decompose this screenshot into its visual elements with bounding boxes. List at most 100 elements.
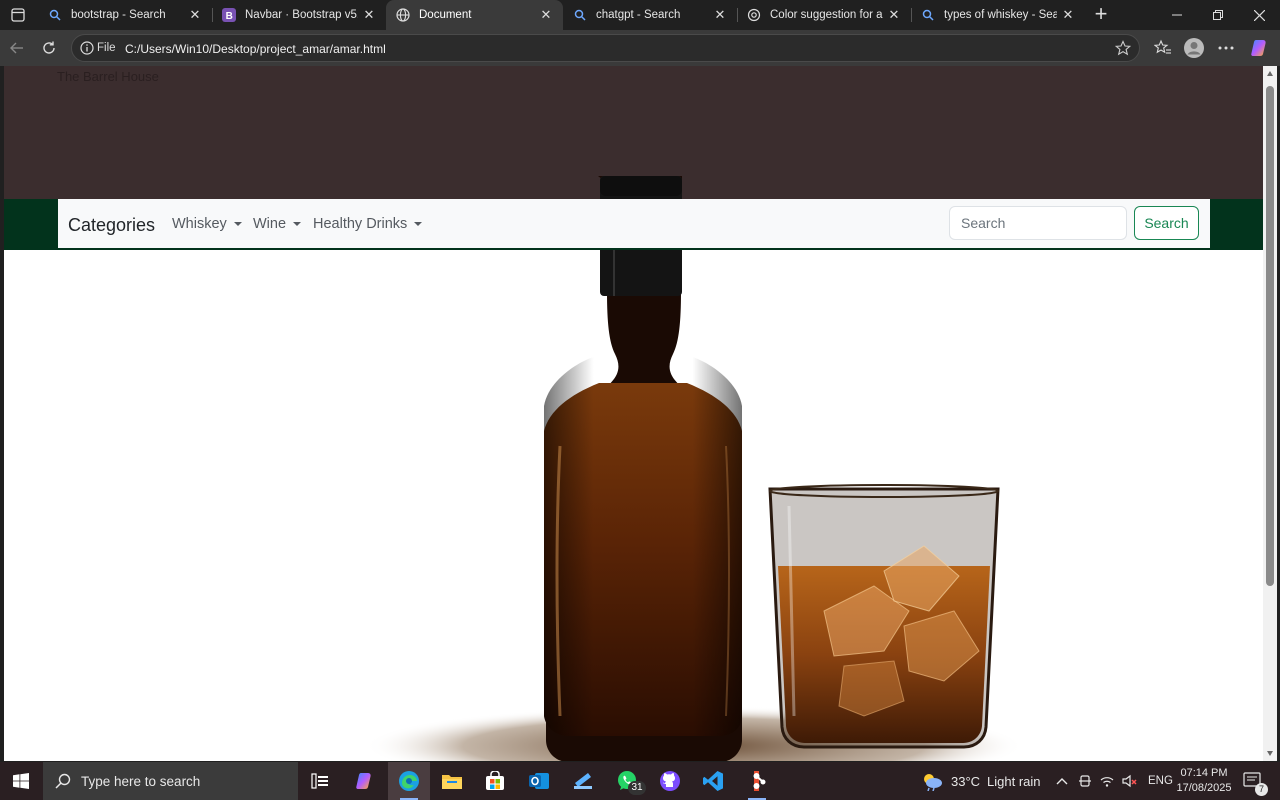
profile-avatar-icon xyxy=(1184,38,1204,58)
task-view-button[interactable] xyxy=(299,762,341,800)
search-input[interactable] xyxy=(949,206,1127,240)
caret-down-icon xyxy=(233,222,242,226)
git-app[interactable] xyxy=(736,762,778,800)
close-window-button[interactable] xyxy=(1239,0,1279,30)
page-scrollbar[interactable] xyxy=(1263,66,1277,761)
favorites-icon xyxy=(1154,39,1171,54)
close-icon[interactable]: ✕ xyxy=(887,7,901,22)
caret-down-icon xyxy=(414,222,423,226)
scroll-down-icon[interactable] xyxy=(1266,749,1274,757)
clock-date: 17/08/2025 xyxy=(1176,782,1232,794)
weather-widget[interactable]: 33°C Light rain xyxy=(920,762,1041,800)
search-icon xyxy=(48,8,62,22)
search-icon xyxy=(921,8,935,22)
windows-taskbar: Type here to search 31 33°C Light rain E… xyxy=(0,762,1280,800)
close-icon[interactable]: ✕ xyxy=(539,7,553,22)
restore-button[interactable] xyxy=(1198,0,1238,30)
scroll-up-icon[interactable] xyxy=(1266,70,1274,78)
outlook-app[interactable] xyxy=(518,762,560,800)
remote-desktop-app[interactable] xyxy=(562,762,604,800)
nav-item-label: Whiskey xyxy=(172,216,227,232)
copilot-button[interactable] xyxy=(1250,38,1270,58)
globe-icon xyxy=(396,8,410,22)
navbar-brand[interactable]: Categories xyxy=(68,215,155,236)
edge-app[interactable] xyxy=(388,762,430,800)
nav-item-label: Healthy Drinks xyxy=(313,216,408,232)
vscode-icon xyxy=(703,771,723,791)
tab-title: Document xyxy=(419,9,472,21)
windows-logo-icon xyxy=(13,773,29,789)
info-icon[interactable] xyxy=(80,41,94,55)
tab-types-of-whiskey[interactable]: types of whiskey - Search ✕ xyxy=(911,0,1085,30)
meet-now-icon[interactable] xyxy=(1079,774,1091,788)
scrollbar-thumb[interactable] xyxy=(1266,86,1274,586)
weather-temperature: 33°C xyxy=(951,773,981,789)
close-icon[interactable]: ✕ xyxy=(188,7,202,22)
tab-title: types of whiskey - Search xyxy=(944,9,1057,21)
tab-chatgpt-search[interactable]: chatgpt - Search ✕ xyxy=(563,0,737,30)
github-desktop-app[interactable] xyxy=(649,762,691,800)
nav-dropdown-healthy-drinks[interactable]: Healthy Drinks xyxy=(313,216,423,232)
tab-document[interactable]: Document ✕ xyxy=(386,0,563,30)
microsoft-store-app[interactable] xyxy=(474,762,516,800)
vscode-app[interactable] xyxy=(692,762,734,800)
remote-desktop-icon xyxy=(574,773,592,789)
address-bar[interactable]: File C:/Users/Win10/Desktop/project_amar… xyxy=(71,34,1140,62)
tab-title: Color suggestion for alco xyxy=(770,9,883,21)
file-explorer-app[interactable] xyxy=(431,762,473,800)
tab-title: Navbar · Bootstrap v5.3 xyxy=(245,9,358,21)
url-text[interactable]: C:/Users/Win10/Desktop/project_amar/amar… xyxy=(125,42,386,56)
taskbar-search[interactable]: Type here to search xyxy=(43,762,298,800)
close-icon[interactable]: ✕ xyxy=(362,7,376,22)
new-tab-button[interactable]: + xyxy=(1090,3,1112,26)
system-tray: ENG xyxy=(1056,762,1173,800)
close-window-icon xyxy=(1253,9,1265,21)
nav-item-label: Wine xyxy=(253,216,287,232)
notification-count-badge: 7 xyxy=(1255,783,1268,796)
more-menu-button[interactable] xyxy=(1216,38,1236,58)
nav-dropdown-wine[interactable]: Wine xyxy=(253,216,302,232)
tab-color-suggestion[interactable]: Color suggestion for alco ✕ xyxy=(737,0,911,30)
tab-actions-button[interactable] xyxy=(6,4,30,26)
tab-actions-icon xyxy=(11,8,25,22)
tab-bootstrap-search[interactable]: bootstrap - Search ✕ xyxy=(38,0,212,30)
notification-center-button[interactable]: 7 xyxy=(1243,762,1268,800)
edge-browser-icon xyxy=(399,771,419,791)
site-brand: The Barrel House xyxy=(57,69,159,84)
refresh-icon xyxy=(43,41,55,54)
weather-rain-icon xyxy=(924,774,942,791)
refresh-button[interactable] xyxy=(38,37,60,59)
whatsapp-unread-badge: 31 xyxy=(628,781,646,795)
close-icon[interactable]: ✕ xyxy=(713,7,727,22)
minimize-button[interactable] xyxy=(1157,0,1197,30)
copilot-app[interactable] xyxy=(344,762,386,800)
search-button[interactable]: Search xyxy=(1134,206,1199,240)
volume-muted-icon[interactable] xyxy=(1122,774,1138,788)
github-icon xyxy=(660,771,680,791)
chevron-up-icon[interactable] xyxy=(1056,777,1068,785)
clock[interactable]: 07:14 PM 17/08/2025 xyxy=(1166,766,1242,796)
git-icon xyxy=(753,771,766,791)
more-dots-icon xyxy=(1218,46,1234,50)
caret-down-icon xyxy=(293,222,302,226)
favorite-star-icon[interactable] xyxy=(1115,40,1131,56)
browser-toolbar: File C:/Users/Win10/Desktop/project_amar… xyxy=(0,30,1280,66)
favorites-button[interactable] xyxy=(1153,38,1173,58)
page-viewport: The Barrel House Categories Whiskey Wine… xyxy=(4,66,1263,761)
back-button[interactable] xyxy=(6,37,28,59)
close-icon[interactable]: ✕ xyxy=(1061,7,1075,22)
nav-dropdown-whiskey[interactable]: Whiskey xyxy=(172,216,242,232)
store-bag-icon xyxy=(486,771,504,790)
tab-title: chatgpt - Search xyxy=(596,9,681,21)
profile-button[interactable] xyxy=(1184,38,1204,58)
search-icon xyxy=(55,773,71,789)
network-icon[interactable] xyxy=(1100,775,1114,787)
tab-bootstrap-navbar[interactable]: B Navbar · Bootstrap v5.3 ✕ xyxy=(212,0,386,30)
copilot-icon xyxy=(1251,40,1266,56)
back-arrow-icon xyxy=(10,42,23,54)
svg-text:B: B xyxy=(226,11,233,22)
copilot-icon xyxy=(356,773,371,789)
start-button[interactable] xyxy=(0,762,42,800)
clock-time: 07:14 PM xyxy=(1180,767,1228,779)
search-icon xyxy=(573,8,587,22)
